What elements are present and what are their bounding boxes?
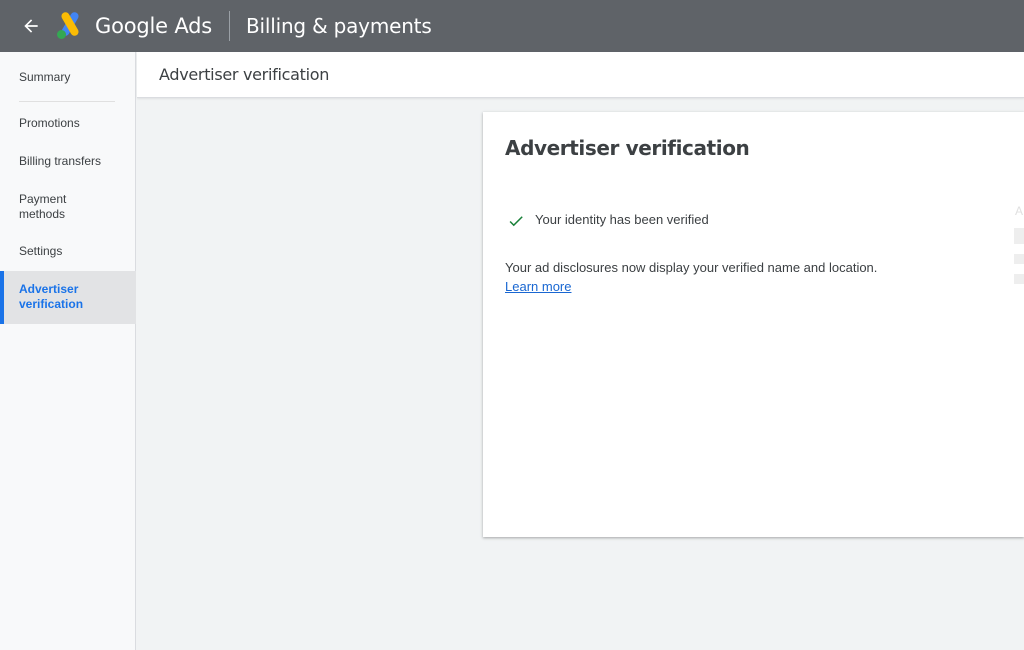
verification-status-text: Your identity has been verified (535, 212, 709, 227)
section-title: Billing & payments (246, 14, 432, 38)
sidebar-item-summary[interactable]: Summary (0, 70, 89, 85)
back-arrow-button[interactable] (9, 4, 53, 48)
top-app-bar: Google Ads Billing & payments (0, 0, 1024, 52)
page-title: Advertiser verification (159, 65, 330, 84)
sidebar-item-promotions[interactable]: Promotions (0, 116, 99, 131)
sidebar-item-billing-transfers[interactable]: Billing transfers (0, 154, 120, 169)
sidebar-item-payment-methods[interactable]: Payment methods (0, 192, 120, 222)
title-divider (229, 11, 230, 41)
sidebar-item-advertiser-verification[interactable]: Advertiser verification (0, 271, 136, 324)
skeleton-bar (1014, 254, 1024, 264)
truncated-side-text: A (1015, 204, 1024, 218)
google-ads-logo-icon (57, 12, 79, 39)
skeleton-bar (1014, 274, 1024, 284)
check-icon (509, 216, 523, 227)
sidebar-item-settings[interactable]: Settings (0, 244, 81, 259)
google-ads-logo[interactable] (55, 12, 87, 40)
sidebar-divider (19, 101, 115, 102)
verification-card: Advertiser verification Your identity ha… (483, 112, 1024, 537)
verification-description: Your ad disclosures now display your ver… (505, 260, 878, 275)
page-header: Advertiser verification (137, 52, 1024, 98)
skeleton-bar (1014, 228, 1024, 244)
card-title: Advertiser verification (505, 136, 750, 160)
learn-more-link[interactable]: Learn more (505, 279, 571, 294)
arrow-back-icon (24, 19, 38, 33)
product-name: Google Ads (95, 14, 212, 38)
sidebar-nav: Summary Promotions Billing transfers Pay… (0, 52, 136, 650)
